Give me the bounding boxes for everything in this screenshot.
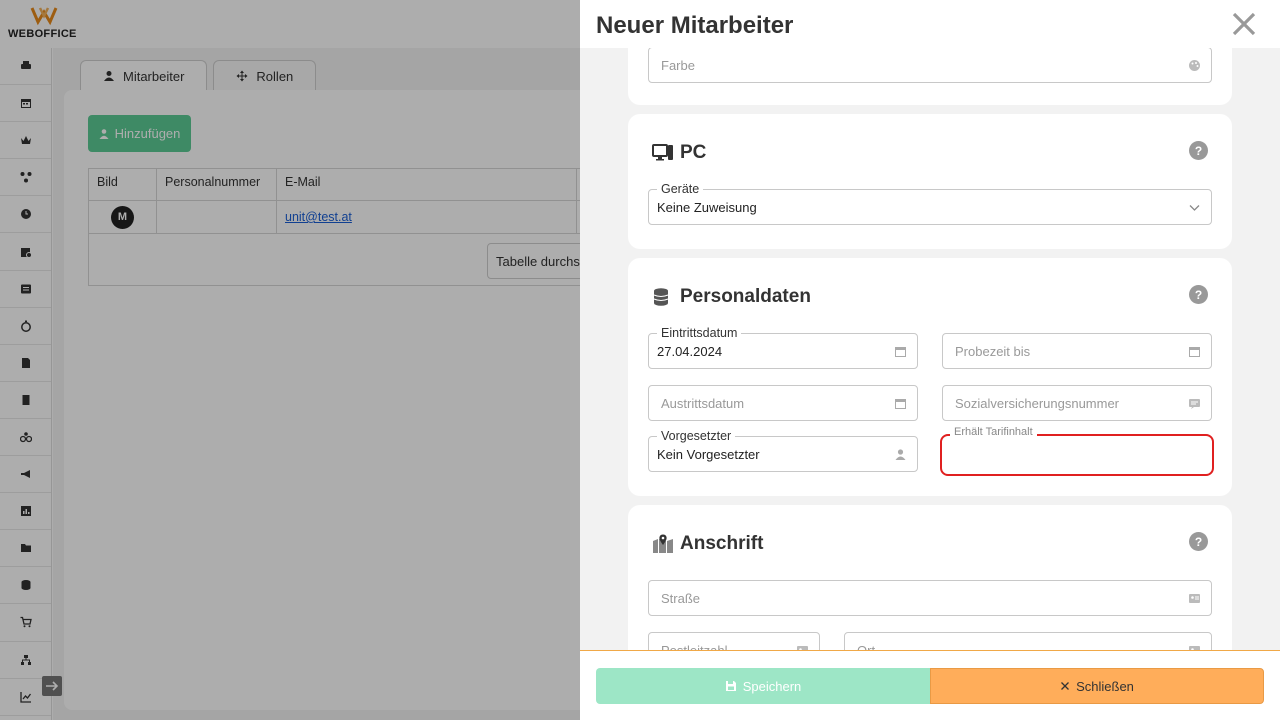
geraete-select[interactable]: Geräte Keine Zuweisung <box>648 182 1212 225</box>
close-button[interactable]: Schließen <box>930 668 1264 704</box>
user-icon <box>895 449 906 460</box>
strasse-placeholder: Straße <box>661 591 701 606</box>
ort-field[interactable]: Ort <box>844 632 1212 651</box>
new-employee-drawer: Neuer Mitarbeiter Farbe PC ? Geräte Kein… <box>580 0 1280 720</box>
id-card-icon <box>1189 399 1200 409</box>
tarif-label: Erhält Tarifinhalt <box>950 426 1037 438</box>
color-placeholder: Farbe <box>661 58 695 73</box>
vorgesetzter-field[interactable]: Vorgesetzter Kein Vorgesetzter <box>648 429 918 472</box>
strasse-field[interactable]: Straße <box>648 580 1212 616</box>
eintrittsdatum-label: Eintrittsdatum <box>657 326 742 340</box>
close-icon[interactable] <box>1230 10 1258 38</box>
pc-help-icon[interactable]: ? <box>1189 141 1208 160</box>
close-button-label: Schließen <box>1076 678 1134 694</box>
austrittsdatum-placeholder: Austrittsdatum <box>661 396 745 411</box>
eintrittsdatum-value: 27.04.2024 <box>657 344 723 359</box>
modal-overlay[interactable] <box>0 0 580 720</box>
pc-heading: PC <box>652 142 706 164</box>
palette-icon <box>1189 60 1200 71</box>
close-icon <box>1061 682 1070 690</box>
personal-data-card: Personaldaten ? Eintrittsdatum 27.04.202… <box>628 258 1232 496</box>
chevron-down-icon <box>1189 205 1200 211</box>
personal-heading-text: Personaldaten <box>680 286 811 307</box>
probezeit-placeholder: Probezeit bis <box>955 344 1031 359</box>
svnr-placeholder: Sozialversicherungsnummer <box>955 396 1120 411</box>
save-button[interactable]: Speichern <box>596 668 930 704</box>
color-card: Farbe <box>628 48 1232 105</box>
tarif-error-field[interactable]: Erhält Tarifinhalt <box>940 426 1214 476</box>
pc-card: PC ? Geräte Keine Zuweisung <box>628 114 1232 249</box>
address-help-icon[interactable]: ? <box>1189 532 1208 551</box>
computer-icon <box>652 144 673 161</box>
save-icon <box>725 681 736 691</box>
drawer-scroll-area[interactable]: Farbe PC ? Geräte Keine Zuweisung Person… <box>580 48 1280 651</box>
geraete-label: Geräte <box>657 182 704 196</box>
map-marker-icon <box>653 534 673 553</box>
address-card-icon <box>1189 594 1200 603</box>
drawer-footer: Speichern Schließen <box>580 650 1280 720</box>
vorgesetzter-label: Vorgesetzter <box>657 429 736 443</box>
geraete-value: Keine Zuweisung <box>657 200 757 215</box>
pc-heading-text: PC <box>680 142 707 163</box>
database-icon <box>653 288 669 306</box>
calendar-icon[interactable] <box>894 345 907 358</box>
calendar-icon[interactable] <box>1188 345 1201 358</box>
drawer-title: Neuer Mitarbeiter <box>596 12 794 39</box>
personal-help-icon[interactable]: ? <box>1189 285 1208 304</box>
personal-heading: Personaldaten <box>652 286 811 308</box>
svnr-field[interactable]: Sozialversicherungsnummer <box>942 385 1212 421</box>
calendar-icon[interactable] <box>894 397 907 410</box>
address-card: Anschrift ? Straße Postleitzahl Ort <box>628 505 1232 651</box>
address-heading-text: Anschrift <box>680 533 764 554</box>
vorgesetzter-value: Kein Vorgesetzter <box>657 447 760 462</box>
austrittsdatum-field[interactable]: Austrittsdatum <box>648 385 918 421</box>
eintrittsdatum-field[interactable]: Eintrittsdatum 27.04.2024 <box>648 326 918 369</box>
save-button-label: Speichern <box>742 678 802 694</box>
plz-field[interactable]: Postleitzahl <box>648 632 820 651</box>
color-field[interactable]: Farbe <box>648 48 1212 83</box>
address-heading: Anschrift <box>652 533 763 555</box>
probezeit-field[interactable]: Probezeit bis <box>942 333 1212 369</box>
